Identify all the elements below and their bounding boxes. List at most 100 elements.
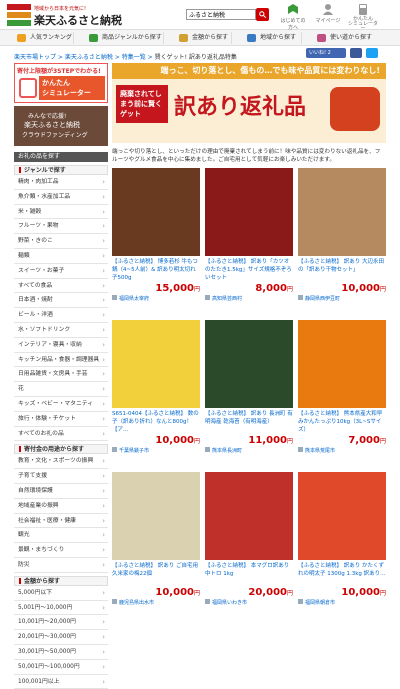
product-municipality[interactable]: 熊本県荒尾市 xyxy=(298,447,386,454)
facebook-like-button[interactable]: いいね! 2 xyxy=(306,48,346,58)
amount-link[interactable]: 20,001円〜30,000円 xyxy=(14,630,108,645)
simulator-link[interactable]: かんたん シミュレーター xyxy=(346,3,380,32)
banner-title: 訳あり返礼品 xyxy=(174,89,306,121)
main-content: 端っこ、切り落とし、傷もの…でも味や品質には変わりなし! 廃棄されてしまう前に賢… xyxy=(112,63,386,623)
nav-amount[interactable]: 金額から探す xyxy=(176,32,232,44)
amount-heading: 金額から探す xyxy=(14,576,108,586)
product-title[interactable]: 【ふるさと納税】 訳あり 長洲町 有明海産 乾海苔（有明海産） xyxy=(205,410,293,434)
nav-ranking[interactable]: 人気ランキング xyxy=(14,32,74,44)
nav-genre[interactable]: 商品ジャンルから探す xyxy=(86,32,164,44)
product-municipality[interactable]: 福岡県いわき市 xyxy=(205,599,293,606)
product-image[interactable] xyxy=(205,320,293,408)
genre-link[interactable]: 日用品雑貨・文房具・手芸 xyxy=(14,367,108,382)
product-price: 10,000円 xyxy=(112,435,200,446)
amount-link[interactable]: 100,001円以上 xyxy=(14,675,108,689)
use-link[interactable]: 観光 xyxy=(14,528,108,543)
product-title[interactable]: 【ふるさと納税】 博多若杉 牛もつ鍋（4~5人前）& 訳あり明太切れ子500g xyxy=(112,258,200,282)
product-image[interactable] xyxy=(112,168,200,256)
product-municipality[interactable]: 福岡県太宰府 xyxy=(112,295,200,302)
genre-link[interactable]: 魚介類・水産加工品 xyxy=(14,190,108,205)
genre-link[interactable]: 麺類 xyxy=(14,249,108,264)
breadcrumb-item[interactable]: 楽天ふるさと納税 xyxy=(65,54,113,61)
genre-link[interactable]: キッズ・ベビー・マタニティ xyxy=(14,397,108,412)
nav-region[interactable]: 地域から探す xyxy=(244,32,302,44)
genre-link[interactable]: 花 xyxy=(14,382,108,397)
product-image[interactable] xyxy=(205,472,293,560)
product-title[interactable]: 【ふるさと納税】 訳あり 大辺永田の「訳あり干物セット」 xyxy=(298,258,386,282)
product-image[interactable] xyxy=(298,472,386,560)
breadcrumb-item[interactable]: 特集一覧 xyxy=(122,54,146,61)
product-card[interactable]: 【ふるさと納税】 訳あり 長洲町 有明海産 乾海苔（有明海産）11,000円熊本… xyxy=(205,320,293,454)
product-title[interactable]: 【ふるさと納税】 訳あり ご自宅用 久米家の梅22個 xyxy=(112,562,200,586)
beginner-guide-link[interactable]: はじめての方へ xyxy=(279,3,307,31)
simulator-promo-banner[interactable]: 寄付上限額が3STEPでわかる! かんたん シミュレーター xyxy=(14,63,108,103)
product-card[interactable]: 【ふるさと納税】 訳あり ご自宅用 久米家の梅22個10,000円鹿児島県出水市 xyxy=(112,472,200,606)
facebook-share-icon[interactable] xyxy=(350,48,362,58)
search-input[interactable] xyxy=(186,9,256,20)
product-title[interactable]: 【ふるさと納税】 訳あり かたくずれの明太子 1300g 1.3kg 訳あり… xyxy=(298,562,386,586)
use-link[interactable]: 地域産業の振興 xyxy=(14,499,108,514)
product-image[interactable] xyxy=(112,320,200,408)
use-link[interactable]: 自然環境保護 xyxy=(14,484,108,499)
product-card[interactable]: 【ふるさと納税】 訳あり「カツオのたたき1.5kg」サイズ規格不ぞろいセット8,… xyxy=(205,168,293,302)
mypage-link[interactable]: マイページ xyxy=(314,3,342,24)
product-municipality[interactable]: 静岡県西伊豆町 xyxy=(298,295,386,302)
crowdfunding-banner[interactable]: みんなで応援! 楽天ふるさと納税 クラウドファンディング xyxy=(14,106,108,146)
genre-link[interactable]: フルーツ・果物 xyxy=(14,219,108,234)
nav-usage[interactable]: 使い道から探す xyxy=(314,32,376,44)
genre-link[interactable]: ビール・洋酒 xyxy=(14,308,108,323)
product-municipality[interactable]: 熊本県長洲町 xyxy=(205,447,293,454)
site-header: 地域から日本を元気に! 楽天ふるさと納税 はじめての方へ マイページ かんたん … xyxy=(0,0,400,30)
use-link[interactable]: 子育て支援 xyxy=(14,469,108,484)
crown-icon xyxy=(17,34,26,42)
logo-tagline: 地域から日本を元気に! xyxy=(34,5,86,12)
product-price: 8,000円 xyxy=(205,283,293,294)
genre-link[interactable]: すべての食品 xyxy=(14,279,108,294)
use-link[interactable]: 社会福祉・医療・健康 xyxy=(14,514,108,529)
genre-link[interactable]: 野菜・きのこ xyxy=(14,234,108,249)
genre-link[interactable]: 日本酒・焼酎 xyxy=(14,293,108,308)
product-image[interactable] xyxy=(298,320,386,408)
banner-top-text: 端っこ、切り落とし、傷もの…でも味や品質には変わりなし! xyxy=(112,63,386,79)
product-title[interactable]: S651-0404【ふるさと納税】 数の子（訳あり折れ）なんと800g！【ア… xyxy=(112,410,200,434)
amount-link[interactable]: 5,001円〜10,000円 xyxy=(14,601,108,616)
product-image[interactable] xyxy=(205,168,293,256)
product-image[interactable] xyxy=(298,168,386,256)
amount-link[interactable]: 50,001円〜100,000円 xyxy=(14,660,108,675)
twitter-icon[interactable] xyxy=(366,48,378,58)
genre-link[interactable]: キッチン用品・食器・調理器具 xyxy=(14,353,108,368)
heart-icon xyxy=(317,34,326,42)
genre-link[interactable]: 旅行・体験・チケット xyxy=(14,412,108,427)
breadcrumb-item[interactable]: 楽天市場トップ xyxy=(14,54,56,61)
use-link[interactable]: 教育・文化・スポーツの振興 xyxy=(14,454,108,469)
product-card[interactable]: 【ふるさと納税】 本マグロ訳あり中トロ 1kg20,000円福岡県いわき市 xyxy=(205,472,293,606)
site-logo[interactable]: 地域から日本を元気に! 楽天ふるさと納税 xyxy=(6,3,118,27)
product-municipality[interactable]: 鹿児島県出水市 xyxy=(112,599,200,606)
product-municipality[interactable]: 高知県芸西村 xyxy=(205,295,293,302)
product-card[interactable]: S651-0404【ふるさと納税】 数の子（訳あり折れ）なんと800g！【ア…1… xyxy=(112,320,200,454)
product-card[interactable]: 【ふるさと納税】 訳あり 大辺永田の「訳あり干物セット」10,000円静岡県西伊… xyxy=(298,168,386,302)
product-card[interactable]: 【ふるさと納税】 博多若杉 牛もつ鍋（4~5人前）& 訳あり明太切れ子500g1… xyxy=(112,168,200,302)
use-link[interactable]: 景観・まちづくり xyxy=(14,543,108,558)
product-title[interactable]: 【ふるさと納税】 訳あり「カツオのたたき1.5kg」サイズ規格不ぞろいセット xyxy=(205,258,293,282)
product-price: 11,000円 xyxy=(205,435,293,446)
product-card[interactable]: 【ふるさと納税】 熊本県産大和早みかんたっぷり10kg（3L~Sサイズ）7,00… xyxy=(298,320,386,454)
search-button[interactable] xyxy=(256,8,269,21)
amount-link[interactable]: 5,000円以下 xyxy=(14,586,108,601)
use-link[interactable]: 防災 xyxy=(14,558,108,573)
genre-link[interactable]: 水・ソフトドリンク xyxy=(14,323,108,338)
genre-link[interactable]: 米・雑穀 xyxy=(14,205,108,220)
amount-link[interactable]: 30,001円〜50,000円 xyxy=(14,645,108,660)
product-title[interactable]: 【ふるさと納税】 本マグロ訳あり中トロ 1kg xyxy=(205,562,293,586)
genre-link[interactable]: インテリア・寝具・収納 xyxy=(14,338,108,353)
genre-link[interactable]: 精肉・肉加工品 xyxy=(14,175,108,190)
genre-link[interactable]: すべてのお礼の品 xyxy=(14,427,108,442)
breadcrumb-current: 賢くゲット! 訳あり返礼品特集 xyxy=(155,54,237,61)
genre-link[interactable]: スイーツ・お菓子 xyxy=(14,264,108,279)
product-title[interactable]: 【ふるさと納税】 熊本県産大和早みかんたっぷり10kg（3L~Sサイズ） xyxy=(298,410,386,434)
product-municipality[interactable]: 千葉県銚子市 xyxy=(112,447,200,454)
product-price: 15,000円 xyxy=(112,283,200,294)
product-municipality[interactable]: 福岡県朝倉市 xyxy=(298,599,386,606)
product-card[interactable]: 【ふるさと納税】 訳あり かたくずれの明太子 1300g 1.3kg 訳あり…1… xyxy=(298,472,386,606)
product-image[interactable] xyxy=(112,472,200,560)
